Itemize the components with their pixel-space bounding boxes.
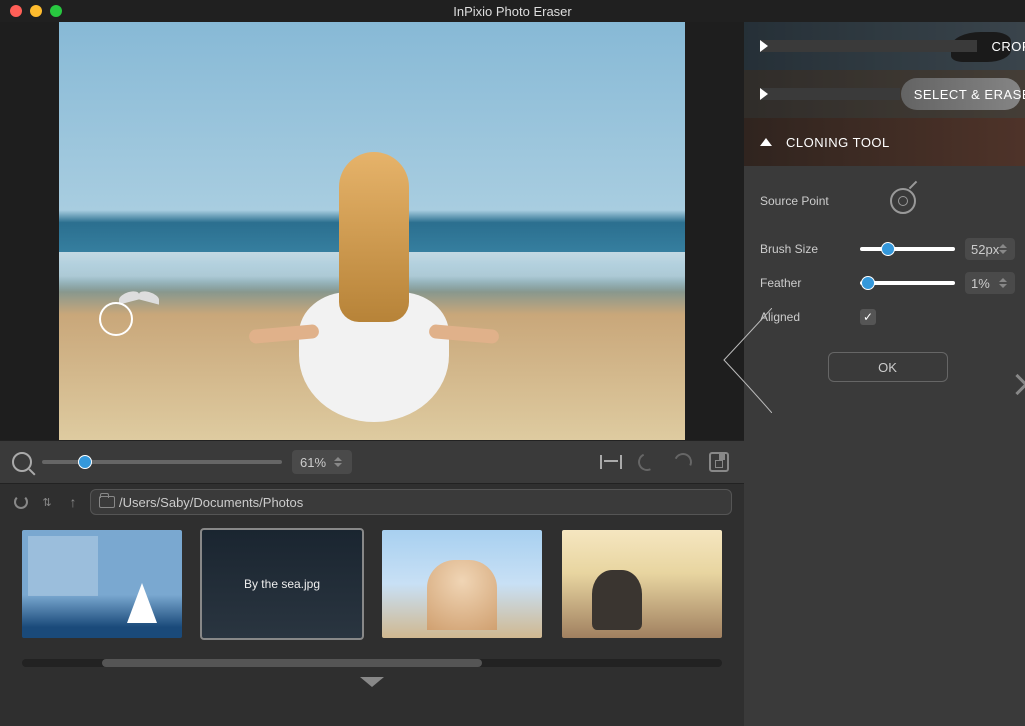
redo-button[interactable] bbox=[670, 449, 696, 475]
folder-icon bbox=[99, 496, 115, 508]
collapse-icon bbox=[760, 138, 772, 146]
thumbnails-scrollbar[interactable] bbox=[22, 659, 722, 667]
expand-icon bbox=[760, 88, 900, 100]
scrollbar-thumb[interactable] bbox=[102, 659, 482, 667]
brush-cursor bbox=[99, 302, 133, 336]
save-button[interactable] bbox=[706, 449, 732, 475]
brush-size-thumb[interactable] bbox=[881, 242, 895, 256]
crop-label: CROP bbox=[991, 39, 1025, 54]
clone-label: CLONING TOOL bbox=[786, 135, 890, 150]
undo-button[interactable] bbox=[634, 449, 660, 475]
thumbnail-1[interactable] bbox=[22, 530, 182, 638]
path-row: ⇅ ↑ /Users/Saby/Documents/Photos bbox=[0, 484, 744, 520]
feather-label: Feather bbox=[760, 276, 850, 290]
titlebar: InPixio Photo Eraser bbox=[0, 0, 1025, 22]
brush-size-stepper[interactable] bbox=[999, 239, 1009, 259]
canvas-area[interactable] bbox=[0, 22, 744, 440]
source-point-button[interactable] bbox=[890, 188, 916, 214]
sort-button[interactable]: ⇅ bbox=[38, 493, 56, 511]
thumbnail-2[interactable]: By the sea.jpg bbox=[202, 530, 362, 638]
feather-stepper[interactable] bbox=[999, 273, 1009, 293]
brush-size-label: Brush Size bbox=[760, 242, 850, 256]
aligned-checkbox[interactable] bbox=[860, 309, 876, 325]
thumbnail-3[interactable] bbox=[382, 530, 542, 638]
feather-value: 1% bbox=[971, 276, 990, 291]
thumbnail-4[interactable] bbox=[562, 530, 722, 638]
brush-size-slider[interactable] bbox=[860, 247, 955, 251]
thumbnails-row: By the sea.jpg bbox=[0, 520, 744, 655]
ok-label: OK bbox=[878, 360, 897, 375]
path-text: /Users/Saby/Documents/Photos bbox=[119, 495, 303, 510]
cloning-tool-panel-header[interactable]: CLONING TOOL bbox=[744, 118, 1025, 166]
next-panel-button[interactable] bbox=[1010, 377, 1025, 392]
cloning-tool-panel: Source Point Brush Size 52px Feather bbox=[744, 166, 1025, 382]
parent-folder-button[interactable]: ↑ bbox=[64, 493, 82, 511]
zoom-slider-thumb[interactable] bbox=[78, 455, 92, 469]
feather-thumb[interactable] bbox=[861, 276, 875, 290]
thumbnail-filename: By the sea.jpg bbox=[244, 577, 320, 591]
path-field[interactable]: /Users/Saby/Documents/Photos bbox=[90, 489, 732, 515]
zoom-percent-field[interactable]: 61% bbox=[292, 450, 352, 474]
aligned-label: Aligned bbox=[760, 310, 850, 324]
zoom-slider[interactable] bbox=[42, 460, 282, 464]
erase-label: SELECT & ERASE bbox=[914, 87, 1025, 102]
refresh-button[interactable] bbox=[12, 493, 30, 511]
window-title: InPixio Photo Eraser bbox=[0, 4, 1025, 19]
current-photo[interactable] bbox=[59, 22, 685, 440]
feather-field[interactable]: 1% bbox=[965, 272, 1015, 294]
collapse-browser-button[interactable] bbox=[360, 677, 384, 687]
source-point-label: Source Point bbox=[760, 194, 850, 208]
fit-to-screen-button[interactable] bbox=[598, 449, 624, 475]
ok-button[interactable]: OK bbox=[828, 352, 948, 382]
feather-slider[interactable] bbox=[860, 281, 955, 285]
crop-panel-header[interactable]: CROP bbox=[744, 22, 1025, 70]
expand-icon bbox=[760, 40, 977, 52]
zoom-toolbar: 61% bbox=[0, 440, 744, 484]
zoom-percent-value: 61% bbox=[300, 455, 326, 470]
brush-size-value: 52px bbox=[971, 242, 999, 257]
magnifier-icon bbox=[12, 452, 32, 472]
select-erase-panel-header[interactable]: SELECT & ERASE bbox=[744, 70, 1025, 118]
brush-size-field[interactable]: 52px bbox=[965, 238, 1015, 260]
zoom-stepper[interactable] bbox=[334, 452, 344, 472]
tools-sidebar: CROP SELECT & ERASE CLONING TOOL Source … bbox=[744, 22, 1025, 726]
subject-figure bbox=[269, 152, 479, 412]
